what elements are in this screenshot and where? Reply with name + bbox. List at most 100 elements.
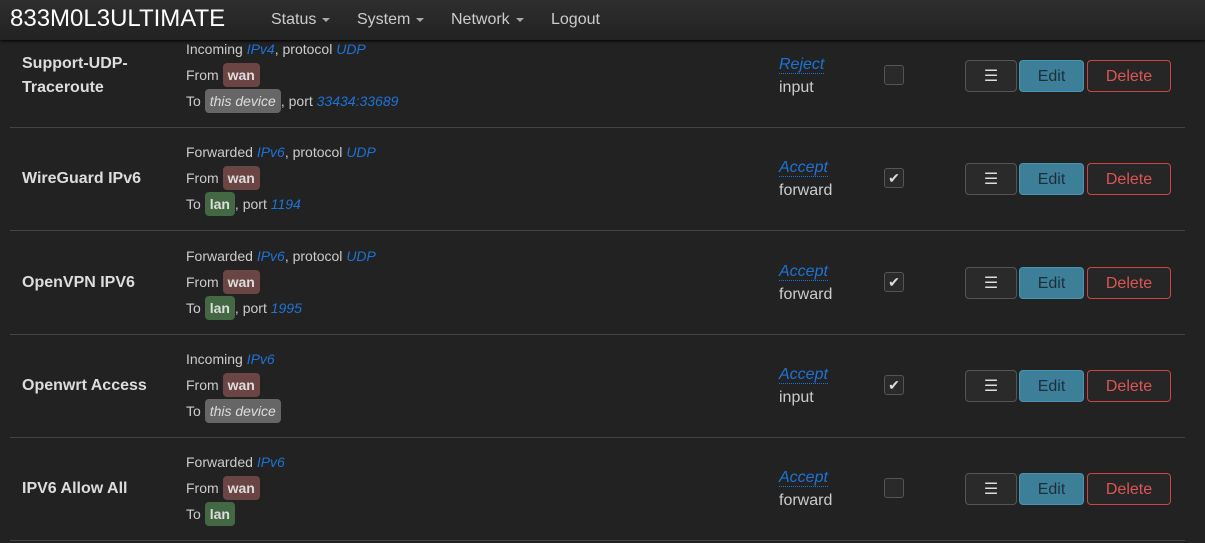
caret-down-icon	[416, 17, 425, 22]
table-row: WireGuard IPv6 Forwarded IPv6, protocol …	[10, 127, 1185, 231]
enable-checkbox[interactable]: ✔	[884, 272, 904, 292]
rule-name: WireGuard IPv6	[22, 169, 142, 187]
to-label: To	[186, 93, 201, 109]
delete-button[interactable]: Delete	[1087, 267, 1171, 299]
sort-menu-button[interactable]: ☰	[965, 473, 1017, 505]
port-label: port	[242, 300, 267, 316]
to-label: To	[186, 300, 201, 316]
protocol-link[interactable]: UDP	[336, 41, 366, 57]
table-row: Openwrt Access Incoming IPv6 From wan To…	[10, 334, 1185, 438]
from-label: From	[186, 377, 219, 393]
rule-name: OpenVPN IPV6	[22, 273, 135, 291]
action-link[interactable]: Accept	[779, 263, 828, 281]
sort-menu-button[interactable]: ☰	[965, 60, 1017, 92]
delete-button[interactable]: Delete	[1087, 370, 1171, 402]
source-zone-badge: wan	[222, 270, 260, 294]
to-label: To	[186, 403, 201, 419]
chain: forward	[779, 286, 833, 303]
check-icon: ✔	[888, 170, 900, 186]
match-line: Forwarded IPv6, protocol UDP	[186, 248, 376, 264]
nav-status[interactable]: Status	[271, 11, 331, 29]
nav-label: Network	[451, 11, 510, 28]
edit-button[interactable]: Edit	[1019, 163, 1084, 195]
edit-button[interactable]: Edit	[1019, 473, 1084, 505]
action-target[interactable]: Accept	[779, 263, 828, 281]
top-navbar: 833M0L3ULTIMATE Status System Network Lo…	[0, 0, 1205, 40]
nav-label: System	[357, 11, 411, 28]
rule-name: IPV6 Allow All	[22, 479, 128, 497]
dest-zone-badge: lan	[204, 296, 235, 320]
port-label: port	[288, 93, 313, 109]
delete-button[interactable]: Delete	[1087, 163, 1171, 195]
match-line: Forwarded IPv6, protocol UDP	[186, 144, 376, 160]
from-label: From	[186, 480, 219, 496]
chain: input	[779, 79, 814, 96]
port-link[interactable]: 1194	[271, 196, 301, 212]
chain: forward	[779, 182, 833, 199]
dest-zone-badge: this device	[204, 399, 281, 423]
action-link[interactable]: Accept	[779, 159, 828, 177]
brand-logo[interactable]: 833M0L3ULTIMATE	[10, 5, 225, 33]
enable-checkbox[interactable]	[884, 478, 904, 498]
sort-menu-button[interactable]: ☰	[965, 370, 1017, 402]
protocol-link[interactable]: UDP	[346, 248, 376, 264]
to-label: To	[186, 196, 201, 212]
to-line: To this device	[186, 398, 281, 424]
enable-checkbox[interactable]: ✔	[884, 375, 904, 395]
port-link[interactable]: 33434:33689	[317, 93, 399, 109]
from-line: From wan	[186, 372, 260, 398]
from-label: From	[186, 274, 219, 290]
sort-menu-button[interactable]: ☰	[965, 267, 1017, 299]
to-line: To this device, port 33434:33689	[186, 88, 398, 114]
match-line: Incoming IPv6	[186, 346, 275, 372]
family-link[interactable]: IPv6	[247, 351, 275, 367]
source-zone-badge: wan	[222, 476, 260, 500]
nav-system[interactable]: System	[357, 11, 425, 29]
direction: Forwarded	[186, 144, 253, 160]
action-target[interactable]: Accept	[779, 469, 828, 487]
family-link[interactable]: IPv4	[247, 41, 275, 57]
family-link[interactable]: IPv6	[257, 144, 285, 160]
delete-button[interactable]: Delete	[1087, 60, 1171, 92]
rule-name: Openwrt Access	[22, 376, 147, 394]
protocol-link[interactable]: UDP	[346, 144, 376, 160]
action-target[interactable]: Reject	[779, 56, 825, 74]
edit-button[interactable]: Edit	[1019, 60, 1084, 92]
match-line: Forwarded IPv6	[186, 449, 285, 475]
action-link[interactable]: Reject	[779, 56, 825, 74]
direction: Forwarded	[186, 248, 253, 264]
chain: input	[779, 389, 814, 406]
edit-button[interactable]: Edit	[1019, 267, 1084, 299]
dest-zone-badge: this device	[204, 89, 281, 113]
family-link[interactable]: IPv6	[257, 248, 285, 264]
family-link[interactable]: IPv6	[257, 454, 285, 470]
from-label: From	[186, 67, 219, 83]
from-line: From wan	[186, 165, 260, 191]
nav-logout[interactable]: Logout	[551, 11, 600, 29]
source-zone-badge: wan	[222, 63, 260, 87]
sort-menu-button[interactable]: ☰	[965, 163, 1017, 195]
nav-network[interactable]: Network	[451, 11, 524, 29]
nav-label: Status	[271, 11, 317, 28]
port-link[interactable]: 1995	[271, 300, 302, 316]
enable-checkbox[interactable]: ✔	[884, 168, 904, 188]
from-label: From	[186, 170, 219, 186]
from-line: From wan	[186, 62, 260, 88]
to-label: To	[186, 506, 201, 522]
enable-checkbox[interactable]	[884, 65, 904, 85]
protocol-label: protocol	[292, 248, 343, 264]
dest-zone-badge: lan	[204, 192, 235, 216]
edit-button[interactable]: Edit	[1019, 370, 1084, 402]
to-line: To lan, port 1995	[186, 295, 302, 321]
direction: Incoming	[186, 41, 243, 57]
to-line: To lan, port 1194	[186, 191, 301, 217]
delete-button[interactable]: Delete	[1087, 473, 1171, 505]
check-icon: ✔	[888, 274, 900, 290]
check-icon: ✔	[888, 377, 900, 393]
protocol-label: protocol	[292, 144, 343, 160]
action-link[interactable]: Accept	[779, 469, 828, 487]
action-target[interactable]: Accept	[779, 366, 828, 384]
action-target[interactable]: Accept	[779, 159, 828, 177]
chain: forward	[779, 492, 833, 509]
action-link[interactable]: Accept	[779, 366, 828, 384]
